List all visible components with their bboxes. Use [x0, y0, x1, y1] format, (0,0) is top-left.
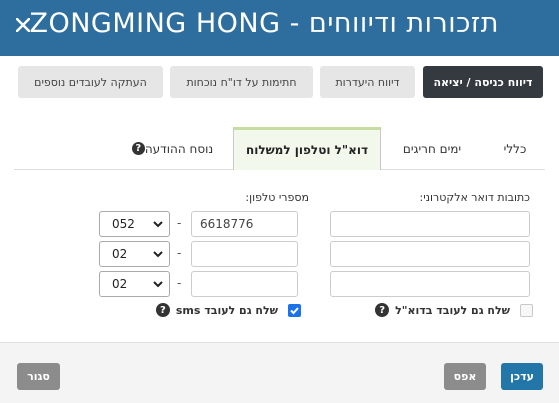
- tab-bar: כללי ימים חריגים דוא"ל וטלפון למשלוח נוס…: [0, 127, 559, 170]
- phone-prefix-value: 02: [112, 277, 128, 291]
- send-sms-option: שלח גם לעובד sms ?: [155, 303, 301, 317]
- send-email-checkbox[interactable]: [520, 303, 533, 317]
- tab-message-text[interactable]: נוסח ההודעה ?: [113, 127, 228, 170]
- phone-prefix-value: 02: [112, 247, 128, 261]
- chevron-down-icon: [153, 218, 163, 233]
- close-button[interactable]: סגור: [17, 363, 60, 390]
- email-field-3[interactable]: [330, 271, 530, 297]
- update-button[interactable]: עדכן: [501, 363, 543, 390]
- phone-prefix-select-3[interactable]: 02: [99, 271, 170, 297]
- check-icon: [290, 306, 299, 314]
- phone-prefix-value: 052: [112, 217, 135, 231]
- tab-message-text-label: נוסח ההודעה: [144, 141, 214, 156]
- phone-prefix-select-1[interactable]: 052: [99, 211, 170, 237]
- send-email-label: שלח גם לעובד בדוא"ל: [395, 303, 510, 317]
- dialog-footer: עדכן אפס סגור: [0, 342, 559, 403]
- chevron-down-icon: [153, 278, 163, 293]
- chevron-down-icon: [153, 248, 163, 263]
- email-addresses-label: כתובות דואר אלקטרוני:: [419, 191, 530, 204]
- question-circle-icon: ?: [375, 303, 390, 317]
- phone-number-field-1[interactable]: [191, 211, 298, 237]
- phone-separator: -: [177, 216, 182, 230]
- phone-numbers-label: מספרי טלפון:: [245, 191, 309, 204]
- tab-general[interactable]: כללי: [485, 127, 545, 170]
- phone-separator: -: [177, 276, 182, 290]
- tab-email-phone[interactable]: דוא"ל וטלפון למשלוח: [233, 127, 381, 170]
- send-email-option: שלח גם לעובד בדוא"ל ?: [375, 303, 533, 317]
- reset-button[interactable]: אפס: [444, 363, 486, 390]
- absence-report-button[interactable]: דיווח היעדרות: [320, 66, 415, 98]
- title-bar: תזכורות ודיווחים - ZONGMING HONG: [0, 0, 559, 56]
- close-icon[interactable]: [15, 13, 31, 37]
- window-title: תזכורות ודיווחים - ZONGMING HONG: [29, 8, 499, 39]
- copy-to-employees-button[interactable]: העתקה לעובדים נוספים: [18, 66, 163, 98]
- email-field-1[interactable]: [330, 211, 530, 237]
- phone-number-field-3[interactable]: [191, 271, 298, 297]
- send-sms-label: שלח גם לעובד sms: [175, 303, 278, 317]
- phone-prefix-select-2[interactable]: 02: [99, 241, 170, 267]
- send-sms-checkbox[interactable]: [288, 303, 301, 317]
- tab-special-days[interactable]: ימים חריגים: [388, 127, 476, 170]
- entry-exit-report-button[interactable]: דיווח כניסה / יציאה: [423, 66, 543, 98]
- phone-number-field-2[interactable]: [191, 241, 298, 267]
- phone-separator: -: [177, 246, 182, 260]
- question-circle-icon: ?: [131, 142, 145, 155]
- attendance-signatures-button[interactable]: חתימות על דו"ח נוכחות: [170, 66, 313, 98]
- question-circle-icon: ?: [155, 303, 170, 317]
- email-field-2[interactable]: [330, 241, 530, 267]
